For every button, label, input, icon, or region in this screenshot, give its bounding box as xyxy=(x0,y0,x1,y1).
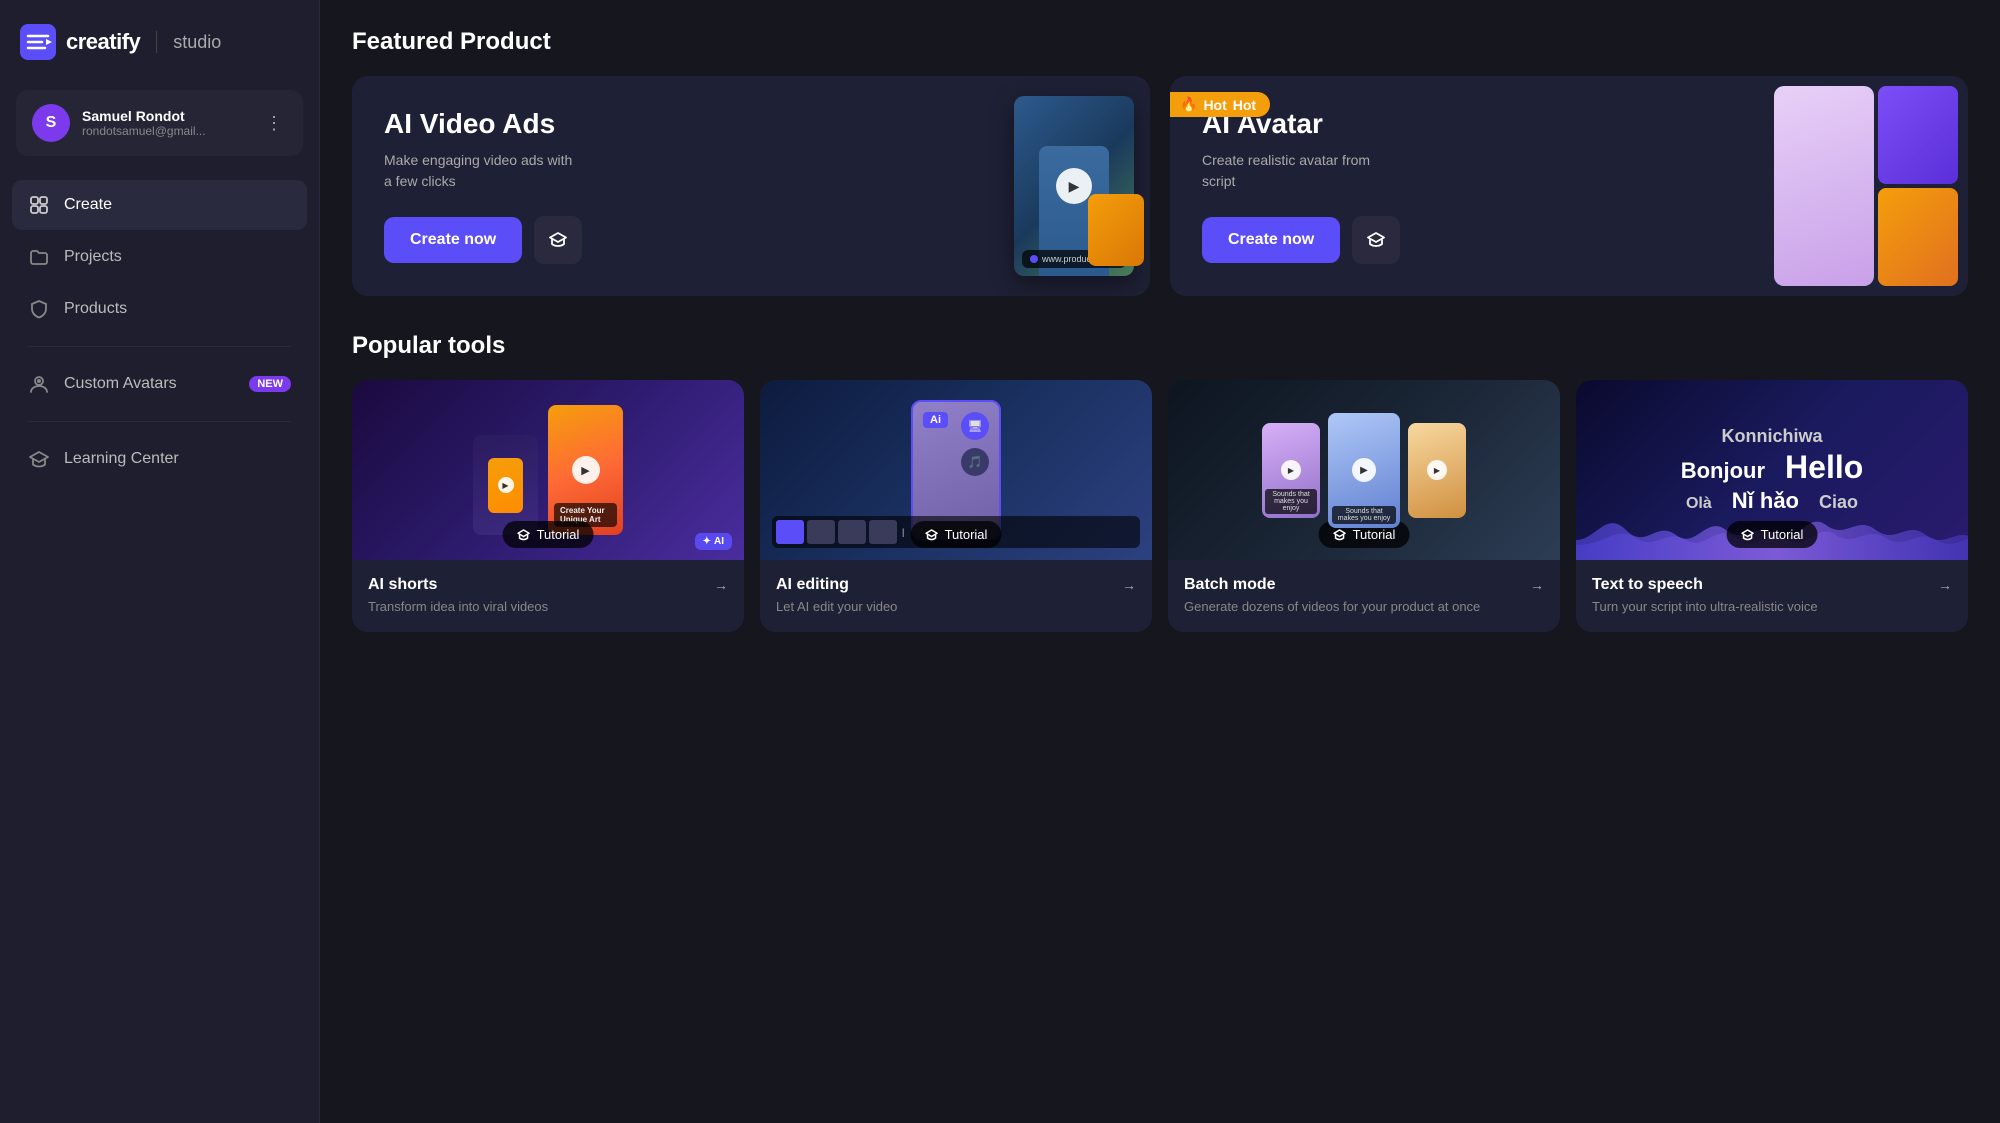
ai-editing-info: AI editing → Let AI edit your video xyxy=(760,560,1152,632)
tool-card-ai-editing[interactable]: Ai 🖥 🎵 | xyxy=(760,380,1152,632)
nav-divider-2 xyxy=(28,421,291,422)
editing-ai-label: Ai xyxy=(923,412,948,428)
projects-icon xyxy=(28,246,50,268)
ai-shorts-thumbnail: ▶ ▶ Create Your Unique Art ✦ AI xyxy=(352,380,744,560)
featured-card-ai-video-ads[interactable]: ▶ www.productlink.com AI Video Ads Make … xyxy=(352,76,1150,296)
ai-shorts-desc: Transform idea into viral videos xyxy=(368,598,728,616)
batch-mode-arrow: → xyxy=(1530,577,1544,593)
products-label: Products xyxy=(64,300,127,318)
logo-icon xyxy=(20,24,56,60)
learning-center-label: Learning Center xyxy=(64,450,179,468)
text-to-speech-thumbnail: Konnichiwa Bonjour Hello Olà Nǐ hǎo Ciao xyxy=(1576,380,1968,560)
ai-avatar-card-actions: Create now xyxy=(1202,216,1936,264)
logo-area: creatify studio xyxy=(0,0,319,80)
main-content: Featured Product ▶ www.productlink.com xyxy=(320,0,2000,1123)
editing-icon-1: 🖥 xyxy=(961,412,989,440)
speech-word-bonjour: Bonjour xyxy=(1681,458,1765,484)
featured-card-ai-avatar[interactable]: 🔥 HotHot AI Avatar Create realistic avat… xyxy=(1170,76,1968,296)
popular-tools-title: Popular tools xyxy=(352,332,1968,360)
sidebar-item-learning-center[interactable]: Learning Center xyxy=(12,434,307,484)
speech-words: Konnichiwa Bonjour Hello Olà Nǐ hǎo Ciao xyxy=(1681,426,1864,514)
products-icon xyxy=(28,298,50,320)
avatar: S xyxy=(32,104,70,142)
text-to-speech-info: Text to speech → Turn your script into u… xyxy=(1576,560,1968,632)
user-email: rondotsamuel@gmail... xyxy=(82,124,249,138)
sidebar-item-products[interactable]: Products xyxy=(12,284,307,334)
speech-word-nihao: Nǐ hǎo xyxy=(1732,488,1799,514)
learn-button-video-ads[interactable] xyxy=(534,216,582,264)
ai-editing-desc: Let AI edit your video xyxy=(776,598,1136,616)
sidebar: creatify studio S Samuel Rondot rondotsa… xyxy=(0,0,320,1123)
ai-shorts-tutorial-badge: Tutorial xyxy=(503,521,594,548)
batch-mode-info: Batch mode → Generate dozens of videos f… xyxy=(1168,560,1560,632)
nav-divider xyxy=(28,346,291,347)
nav-list: Create Projects Products xyxy=(0,172,319,492)
hot-badge: 🔥 HotHot xyxy=(1170,92,1270,117)
speech-word-konnichiwa: Konnichiwa xyxy=(1721,426,1822,447)
tool-card-ai-shorts[interactable]: ▶ ▶ Create Your Unique Art ✦ AI xyxy=(352,380,744,632)
play-button[interactable]: ▶ xyxy=(1056,168,1092,204)
batch-mode-title: Batch mode → xyxy=(1184,576,1544,594)
sidebar-item-projects[interactable]: Projects xyxy=(12,232,307,282)
ai-editing-title: AI editing → xyxy=(776,576,1136,594)
create-icon xyxy=(28,194,50,216)
speech-word-ola: Olà xyxy=(1686,495,1712,513)
user-name: Samuel Rondot xyxy=(82,108,249,124)
custom-avatars-label: Custom Avatars xyxy=(64,375,177,393)
logo-sub: studio xyxy=(173,32,221,53)
create-now-video-ads[interactable]: Create now xyxy=(384,217,522,263)
custom-avatars-icon xyxy=(28,373,50,395)
batch-mode-thumbnail: ▶ Sounds thatmakes you enjoy ▶ Sounds th… xyxy=(1168,380,1560,560)
learn-button-avatar[interactable] xyxy=(1352,216,1400,264)
speech-word-ciao: Ciao xyxy=(1819,492,1858,513)
ai-video-ads-title: AI Video Ads xyxy=(384,108,1118,140)
projects-label: Projects xyxy=(64,248,122,266)
create-label: Create xyxy=(64,196,112,214)
ai-avatar-description: Create realistic avatar from script xyxy=(1202,150,1402,192)
text-to-speech-desc: Turn your script into ultra-realistic vo… xyxy=(1592,598,1952,616)
batch-phones: ▶ Sounds thatmakes you enjoy ▶ Sounds th… xyxy=(1262,413,1466,528)
learning-icon xyxy=(28,448,50,470)
batch-mode-desc: Generate dozens of videos for your produ… xyxy=(1184,598,1544,616)
ai-shorts-title: AI shorts → xyxy=(368,576,728,594)
text-to-speech-arrow: → xyxy=(1938,577,1952,593)
user-info: Samuel Rondot rondotsamuel@gmail... xyxy=(82,108,249,138)
text-to-speech-tutorial-badge: Tutorial xyxy=(1727,521,1818,548)
ai-shorts-info: AI shorts → Transform idea into viral vi… xyxy=(352,560,744,632)
ai-shorts-arrow: → xyxy=(714,577,728,593)
new-badge: NEW xyxy=(249,376,291,392)
logo-text: creatify xyxy=(66,29,140,55)
ai-avatar-title: AI Avatar xyxy=(1202,108,1936,140)
ai-editing-tutorial-badge: Tutorial xyxy=(911,521,1002,548)
user-menu-button[interactable]: ⋮ xyxy=(261,109,287,138)
editing-icons: 🖥 🎵 xyxy=(961,412,989,476)
ai-editing-thumbnail: Ai 🖥 🎵 | xyxy=(760,380,1152,560)
tools-grid: ▶ ▶ Create Your Unique Art ✦ AI xyxy=(352,380,1968,632)
featured-grid: ▶ www.productlink.com AI Video Ads Make … xyxy=(352,76,1968,296)
ai-video-ads-description: Make engaging video ads with a few click… xyxy=(384,150,584,192)
logo-divider xyxy=(156,31,157,53)
sidebar-item-custom-avatars[interactable]: Custom Avatars NEW xyxy=(12,359,307,409)
tool-card-text-to-speech[interactable]: Konnichiwa Bonjour Hello Olà Nǐ hǎo Ciao xyxy=(1576,380,1968,632)
create-now-avatar[interactable]: Create now xyxy=(1202,217,1340,263)
card-actions: Create now xyxy=(384,216,1118,264)
featured-title: Featured Product xyxy=(352,28,1968,56)
tool-card-batch-mode[interactable]: ▶ Sounds thatmakes you enjoy ▶ Sounds th… xyxy=(1168,380,1560,632)
speech-word-hello: Hello xyxy=(1785,449,1863,486)
user-card[interactable]: S Samuel Rondot rondotsamuel@gmail... ⋮ xyxy=(16,90,303,156)
ai-editing-arrow: → xyxy=(1122,577,1136,593)
text-to-speech-title: Text to speech → xyxy=(1592,576,1952,594)
sidebar-item-create[interactable]: Create xyxy=(12,180,307,230)
editing-icon-2: 🎵 xyxy=(961,448,989,476)
